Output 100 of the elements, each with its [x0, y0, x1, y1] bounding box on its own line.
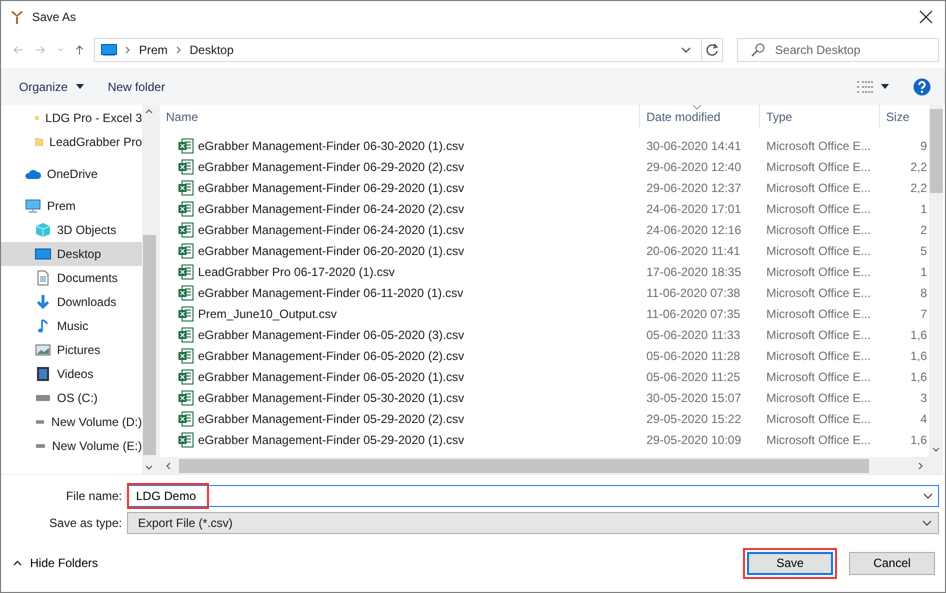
field-label: Save as type: — [48, 516, 123, 530]
file-name[interactable]: eGrabber Management-Finder 06-05-2020 (1).csv — [160, 368, 640, 384]
caret-icon — [76, 84, 84, 89]
file-type-dropdown[interactable]: Export File (*.csv) — [127, 512, 939, 534]
table-cell-text: Microsoft Office E... — [765, 390, 872, 404]
sidebar-item[interactable]: OneDrive — [1, 162, 142, 186]
file-name[interactable]: eGrabber Management-Finder 06-24-2020 (2).csv — [160, 200, 640, 216]
table-cell-text: 29-06-2020 12:37 — [645, 180, 742, 194]
table-cell-text: 29-05-2020 10:09 — [645, 432, 742, 446]
file-name[interactable]: LeadGrabber Pro 06-17-2020 (1).csv — [160, 264, 640, 280]
close-icon[interactable] — [919, 10, 933, 24]
table-cell-text: 05-06-2020 11:28 — [645, 348, 742, 362]
hide-folders-button[interactable]: Hide Folders — [13, 556, 98, 570]
search-field[interactable]: Search Desktop — [737, 38, 940, 62]
column-header[interactable]: Type — [760, 105, 880, 129]
breadcrumb-item[interactable]: Desktop — [190, 43, 234, 57]
spreadsheet-icon — [178, 222, 194, 238]
table-cell-text: 11-06-2020 07:35 — [645, 306, 742, 320]
file-name[interactable]: eGrabber Management-Finder 06-30-2020 (1).csv — [160, 138, 640, 154]
new-folder-button[interactable]: New folder — [100, 76, 174, 98]
help-icon[interactable] — [913, 78, 931, 96]
save-button[interactable]: Save — [747, 552, 833, 574]
sidebar-item[interactable]: Documents — [1, 266, 142, 290]
refresh-icon — [704, 43, 719, 57]
file-name-field[interactable]: LDG Demo — [127, 485, 939, 507]
table-cell-text: 1,6 — [909, 432, 928, 446]
sidebar-item[interactable]: Music — [1, 314, 142, 338]
file-name[interactable]: eGrabber Management-Finder 05-29-2020 (1).csv — [160, 432, 640, 448]
scrollbar[interactable] — [929, 105, 943, 474]
file-name[interactable]: eGrabber Management-Finder 06-24-2020 (1).csv — [160, 222, 640, 238]
sidebar-item[interactable]: Prem — [1, 194, 142, 218]
table-cell-text: 7 — [919, 306, 928, 320]
organize-button[interactable]: Organize — [11, 76, 92, 98]
file-name[interactable]: eGrabber Management-Finder 06-29-2020 (2).csv — [160, 158, 640, 174]
file-name[interactable]: eGrabber Management-Finder 06-05-2020 (3).csv — [160, 326, 640, 342]
address-bar[interactable]: Prem Desktop — [94, 38, 702, 62]
scroll-thumb[interactable] — [930, 108, 942, 192]
sidebar-item[interactable]: Pictures — [1, 338, 142, 362]
file-name[interactable]: eGrabber Management-Finder 06-05-2020 (2).csv — [160, 348, 640, 364]
table-cell-text: 05-06-2020 11:33 — [645, 328, 742, 342]
sidebar-item[interactable]: New Volume (D:) — [1, 410, 142, 434]
scrollbar[interactable] — [142, 105, 156, 474]
table-cell-text: 9 — [919, 138, 928, 152]
details-view-icon — [857, 80, 873, 92]
refresh-button[interactable] — [702, 38, 724, 62]
table-cell-text: Microsoft Office E... — [765, 328, 872, 342]
file-name[interactable]: eGrabber Management-Finder 06-11-2020 (1).csv — [160, 284, 640, 300]
scroll-thumb[interactable] — [142, 234, 156, 454]
column-header[interactable]: Name — [160, 105, 640, 129]
drive-icon — [36, 395, 50, 401]
scroll-left-icon — [166, 462, 171, 470]
chevron-right-icon — [176, 46, 182, 54]
drive-icon — [36, 443, 45, 449]
chevron-down-icon[interactable] — [680, 47, 691, 53]
spreadsheet-icon — [178, 264, 194, 280]
table-cell-text: 2 — [919, 222, 928, 236]
sidebar-item[interactable]: Downloads — [1, 290, 142, 314]
file-name[interactable]: eGrabber Management-Finder 06-20-2020 (1).csv — [160, 242, 640, 258]
table-cell-text: 4 — [919, 412, 928, 426]
window-title: Save As — [32, 10, 76, 24]
table-cell-text: Microsoft Office E... — [765, 348, 872, 362]
chevron-down-icon[interactable] — [923, 493, 933, 499]
table-cell-text: 30-05-2020 15:07 — [645, 390, 742, 404]
table-cell-text: Microsoft Office E... — [765, 160, 872, 174]
cube-icon — [35, 222, 51, 238]
cancel-button[interactable]: Cancel — [849, 552, 935, 574]
chevron-down-icon — [922, 520, 932, 526]
spreadsheet-icon — [178, 242, 194, 258]
document-icon — [35, 270, 51, 286]
sidebar-item[interactable]: Desktop — [1, 242, 142, 266]
table-cell-text: 29-06-2020 12:40 — [645, 160, 742, 174]
table-cell-text: 24-06-2020 12:16 — [645, 222, 742, 236]
file-name[interactable]: Prem_June10_Output.csv — [160, 306, 640, 322]
sidebar-item[interactable]: Videos — [1, 362, 142, 386]
sidebar-item[interactable]: OS (C:) — [1, 386, 142, 410]
table-cell-text: Microsoft Office E... — [765, 244, 872, 258]
table-cell-text: Microsoft Office E... — [765, 138, 872, 152]
file-name[interactable]: eGrabber Management-Finder 05-29-2020 (2).csv — [160, 410, 640, 426]
spreadsheet-icon — [178, 326, 194, 342]
scroll-down-icon — [932, 447, 940, 452]
spreadsheet-icon — [178, 158, 194, 174]
table-cell-text: 2,2 — [909, 180, 928, 194]
spreadsheet-icon — [178, 348, 194, 364]
download-icon — [35, 294, 51, 310]
column-header[interactable]: Size — [880, 105, 929, 129]
spreadsheet-icon — [178, 390, 194, 406]
file-name[interactable]: eGrabber Management-Finder 05-30-2020 (1).csv — [160, 390, 640, 406]
sidebar-item[interactable]: LeadGrabber Pro — [1, 130, 142, 154]
file-name[interactable]: eGrabber Management-Finder 06-29-2020 (1).csv — [160, 180, 640, 196]
table-cell-text: Microsoft Office E... — [765, 202, 872, 216]
sidebar-item[interactable]: New Volume (E:) — [1, 434, 142, 458]
scroll-thumb[interactable] — [179, 458, 869, 472]
table-cell-text: 1 — [919, 264, 928, 278]
column-header[interactable]: Date modified — [640, 105, 760, 129]
breadcrumb-item[interactable]: Prem — [138, 43, 168, 57]
sidebar-item[interactable]: 3D Objects — [1, 218, 142, 242]
sidebar-item[interactable]: LDG Pro - Excel 3 — [1, 106, 142, 130]
spreadsheet-icon — [178, 432, 194, 448]
table-cell-text: Microsoft Office E... — [765, 286, 872, 300]
chevron-right-icon — [124, 46, 131, 54]
